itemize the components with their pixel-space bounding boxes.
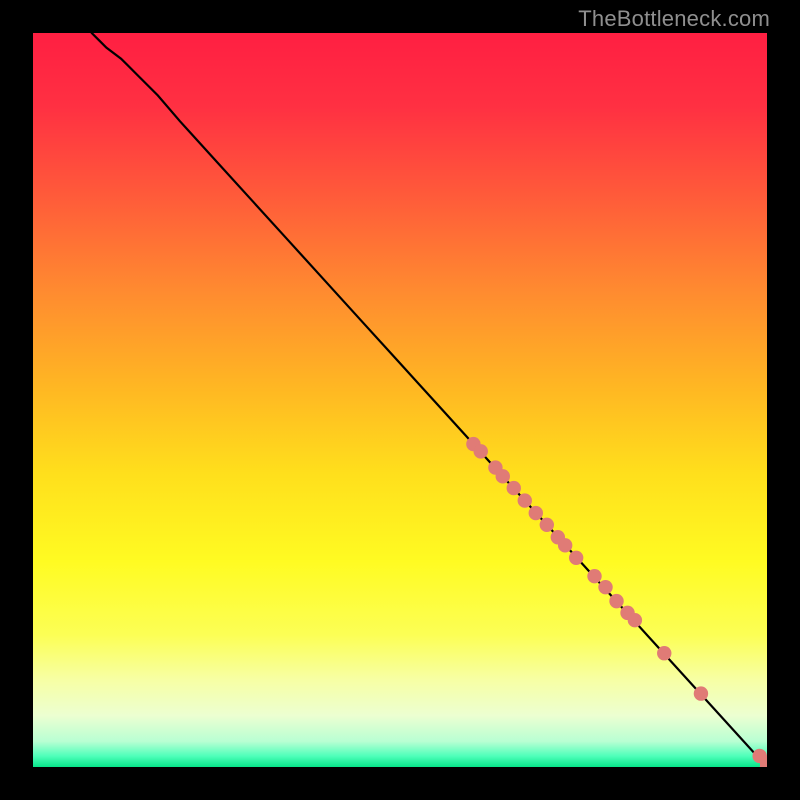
data-point: [496, 469, 510, 483]
data-point: [657, 646, 671, 660]
data-point: [587, 569, 601, 583]
data-point: [474, 444, 488, 458]
watermark-text: TheBottleneck.com: [578, 6, 770, 32]
data-point: [518, 493, 532, 507]
data-point: [694, 686, 708, 700]
data-point: [507, 481, 521, 495]
data-point: [540, 518, 554, 532]
gradient-background: [33, 33, 767, 767]
chart-svg: [33, 33, 767, 767]
data-point: [558, 538, 572, 552]
data-point: [569, 551, 583, 565]
data-point: [609, 594, 623, 608]
data-point: [598, 580, 612, 594]
data-point: [529, 506, 543, 520]
plot-area: [33, 33, 767, 767]
chart-stage: TheBottleneck.com: [0, 0, 800, 800]
data-point: [628, 613, 642, 627]
